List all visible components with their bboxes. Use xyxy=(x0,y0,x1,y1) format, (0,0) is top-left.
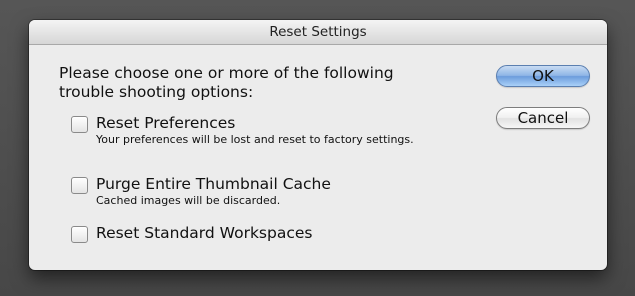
reset-preferences-label[interactable]: Reset Preferences xyxy=(96,114,235,133)
reset-preferences-checkbox[interactable] xyxy=(71,116,88,133)
dialog-prompt: Please choose one or more of the followi… xyxy=(59,64,394,101)
reset-standard-workspaces-label[interactable]: Reset Standard Workspaces xyxy=(96,224,312,243)
cancel-button[interactable]: Cancel xyxy=(496,107,590,129)
reset-preferences-description: Your preferences will be lost and reset … xyxy=(96,133,414,146)
purge-thumbnail-cache-description: Cached images will be discarded. xyxy=(96,194,281,207)
purge-thumbnail-cache-checkbox[interactable] xyxy=(71,177,88,194)
reset-standard-workspaces-checkbox[interactable] xyxy=(71,226,88,243)
dialog-title: Reset Settings xyxy=(29,20,607,45)
ok-button[interactable]: OK xyxy=(496,65,590,87)
reset-settings-dialog: Reset Settings Please choose one or more… xyxy=(29,20,607,270)
purge-thumbnail-cache-label[interactable]: Purge Entire Thumbnail Cache xyxy=(96,175,331,194)
